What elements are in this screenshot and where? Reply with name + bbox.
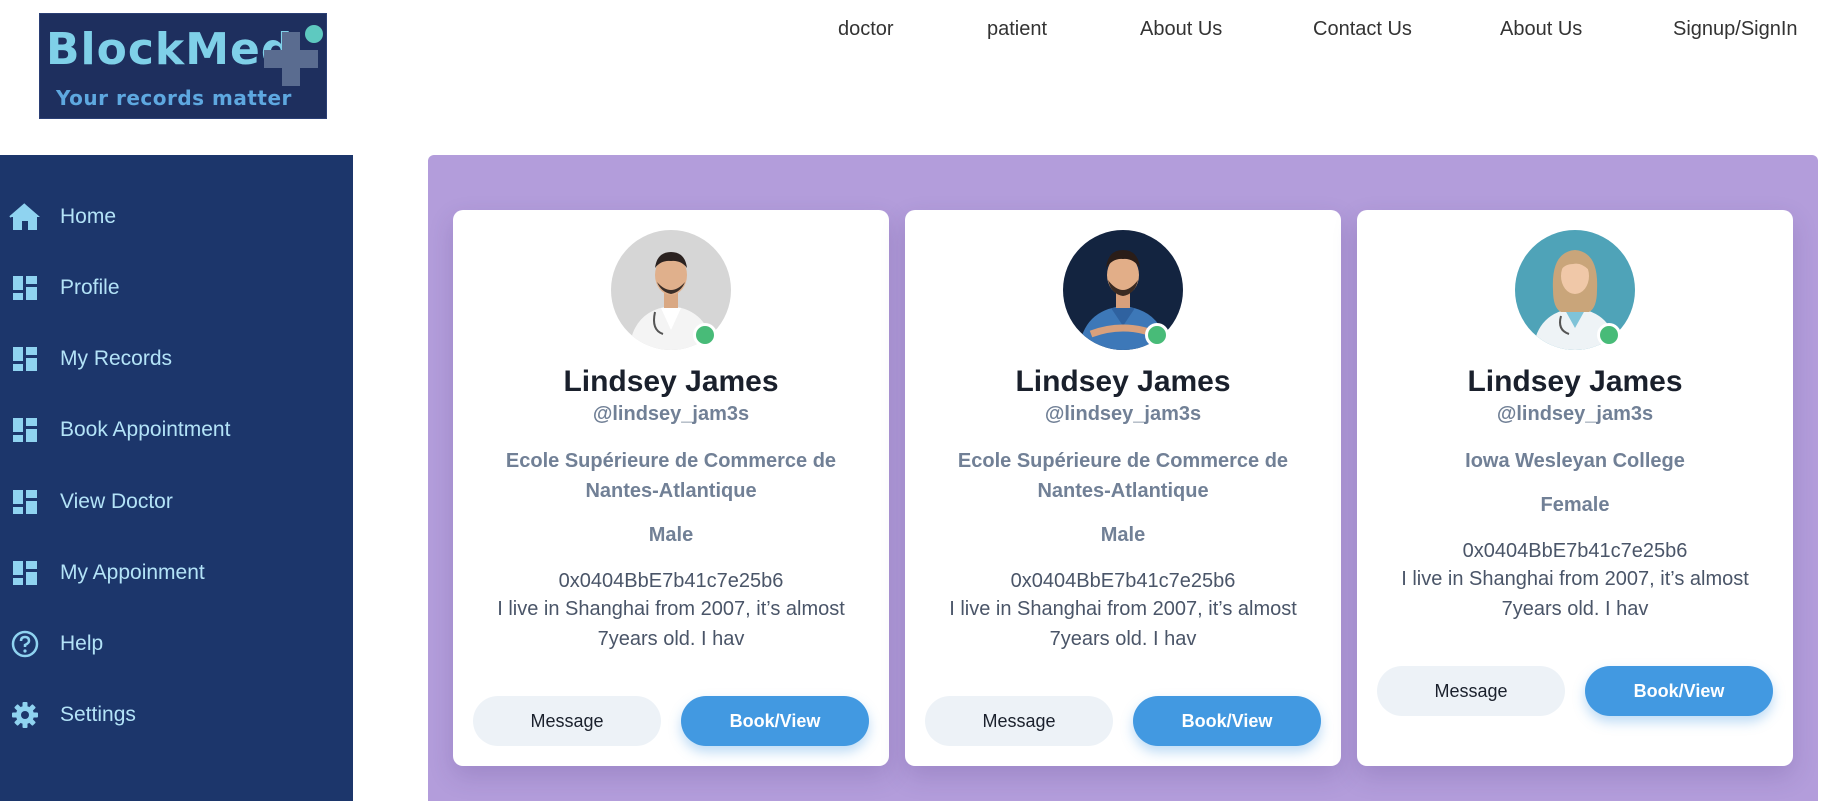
brand-logo[interactable]: BlockMed Your records matter [39, 13, 327, 119]
dashboard-icon [9, 414, 41, 446]
doctor-cards-panel: Lindsey James @lindsey_jam3s Ecole Supér… [428, 155, 1818, 801]
dashboard-icon [9, 557, 41, 589]
doctor-handle: @lindsey_jam3s [1044, 403, 1202, 425]
sidebar-item-label: My Appoinment [60, 561, 205, 584]
sidebar-item-home[interactable]: Home [0, 192, 353, 242]
logo-tagline: Your records matter [56, 86, 292, 110]
sidebar-item-label: Profile [60, 276, 120, 299]
wallet-address: 0x0404BbE7b41c7e25b6 [1010, 570, 1236, 592]
doctor-name: Lindsey James [1467, 365, 1683, 398]
sidebar-item-label: Help [60, 632, 104, 655]
sidebar-item-my-appointment[interactable]: My Appoinment [0, 548, 353, 598]
sidebar-item-book-appointment[interactable]: Book Appointment [0, 405, 353, 455]
message-button[interactable]: Message [1377, 666, 1565, 716]
doctor-bio: I live in Shanghai from 2007, it’s almos… [497, 598, 845, 650]
sidebar-item-label: View Doctor [60, 490, 173, 513]
nav-doctor[interactable]: doctor [838, 18, 894, 41]
sidebar-item-label: Book Appointment [60, 418, 231, 441]
doctor-school: Iowa Wesleyan College [1465, 450, 1685, 472]
doctor-name: Lindsey James [563, 365, 779, 398]
sidebar-item-settings[interactable]: Settings [0, 690, 353, 740]
sidebar-item-label: Home [60, 205, 117, 228]
doctor-gender: Male [648, 524, 694, 546]
sidebar-item-label: Settings [60, 703, 136, 726]
help-icon [9, 628, 41, 660]
sidebar-item-profile[interactable]: Profile [0, 263, 353, 313]
sidebar-item-view-doctor[interactable]: View Doctor [0, 477, 353, 527]
sidebar: Home Profile My Records Book Appointment… [0, 155, 353, 801]
message-button[interactable]: Message [473, 696, 661, 746]
online-status-indicator [1145, 323, 1169, 347]
nav-about-us-2[interactable]: About Us [1500, 18, 1582, 41]
doctor-school: Ecole Supérieure de Commerce de Nantes-A… [957, 450, 1289, 502]
nav-signup-signin[interactable]: Signup/SignIn [1673, 18, 1798, 41]
home-icon [9, 201, 41, 233]
doctor-bio: I live in Shanghai from 2007, it’s almos… [949, 598, 1297, 650]
doctor-bio: I live in Shanghai from 2007, it’s almos… [1401, 568, 1749, 620]
doctor-card: Lindsey James @lindsey_jam3s Iowa Wesley… [1357, 210, 1793, 766]
doctor-handle: @lindsey_jam3s [1496, 403, 1654, 425]
online-status-indicator [1597, 323, 1621, 347]
wallet-address: 0x0404BbE7b41c7e25b6 [1462, 540, 1688, 562]
sidebar-item-help[interactable]: Help [0, 619, 353, 669]
dashboard-icon [9, 343, 41, 375]
doctor-card: Lindsey James @lindsey_jam3s Ecole Supér… [905, 210, 1341, 766]
dashboard-icon [9, 486, 41, 518]
nav-about-us[interactable]: About Us [1140, 18, 1222, 41]
doctor-card: Lindsey James @lindsey_jam3s Ecole Supér… [453, 210, 889, 766]
book-view-button[interactable]: Book/View [681, 696, 869, 746]
online-status-indicator [693, 323, 717, 347]
book-view-button[interactable]: Book/View [1133, 696, 1321, 746]
wallet-address: 0x0404BbE7b41c7e25b6 [558, 570, 784, 592]
doctor-gender: Male [1100, 524, 1146, 546]
doctor-handle: @lindsey_jam3s [592, 403, 750, 425]
gear-icon [9, 699, 41, 731]
nav-contact-us[interactable]: Contact Us [1313, 18, 1412, 41]
nav-patient[interactable]: patient [987, 18, 1047, 41]
sidebar-item-my-records[interactable]: My Records [0, 334, 353, 384]
doctor-name: Lindsey James [1015, 365, 1231, 398]
sidebar-item-label: My Records [60, 347, 173, 370]
medical-cross-icon [264, 25, 323, 86]
dashboard-icon [9, 272, 41, 304]
book-view-button[interactable]: Book/View [1585, 666, 1773, 716]
doctor-gender: Female [1540, 494, 1610, 516]
doctor-school: Ecole Supérieure de Commerce de Nantes-A… [505, 450, 837, 502]
logo-title: BlockMed [46, 24, 294, 75]
message-button[interactable]: Message [925, 696, 1113, 746]
